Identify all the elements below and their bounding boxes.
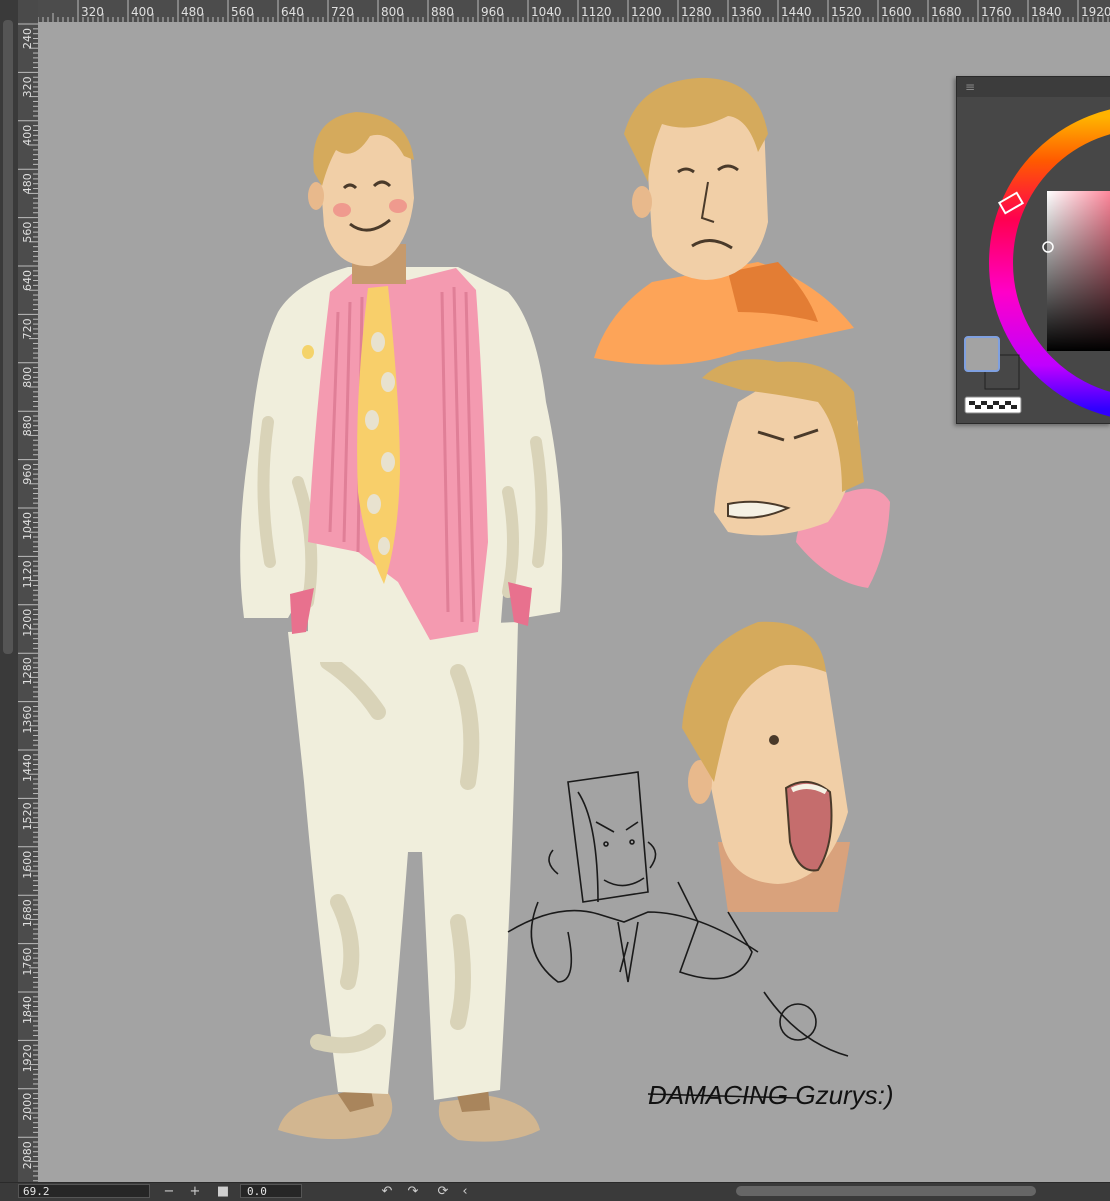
ruler-label: 1280 — [681, 5, 712, 19]
ruler-label: 320 — [21, 76, 34, 97]
ruler-label: 1200 — [631, 5, 662, 19]
ruler-label: 1280 — [21, 657, 34, 685]
color-wheel-palette[interactable]: ≡ — [956, 76, 1110, 424]
ruler-label: 1040 — [531, 5, 562, 19]
left-dock-strip — [0, 0, 18, 1200]
ruler-label: 480 — [21, 173, 34, 194]
ruler-label: 560 — [231, 5, 254, 19]
ruler-label: 1600 — [881, 5, 912, 19]
ruler-label: 1120 — [21, 560, 34, 588]
ruler-label: 1360 — [21, 706, 34, 734]
reset-rotation-icon[interactable]: ⟳ — [434, 1183, 452, 1200]
plus-icon[interactable]: + — [186, 1183, 204, 1200]
white-pants — [288, 622, 518, 1100]
ruler-label: 1920 — [1081, 5, 1110, 19]
ruler-label: 400 — [21, 125, 34, 146]
main-color-swatch[interactable] — [964, 336, 1000, 372]
drawing-canvas[interactable]: DAMACING Gzurys:) ≡ — [38, 22, 1110, 1182]
ruler-label: 1360 — [731, 5, 762, 19]
ruler-label: 800 — [381, 5, 404, 19]
ruler-label: 320 — [81, 5, 104, 19]
shouting-head-sketch — [682, 621, 850, 912]
ruler-label: 1840 — [1031, 5, 1062, 19]
vertical-ruler-ticks: 240 320 400 480 560 640 720 800 880 960 1040 1120 12… — [18, 23, 38, 1182]
artwork: DAMACING Gzurys:) — [240, 77, 894, 1142]
ruler-label: 1840 — [21, 996, 34, 1024]
rotation-angle-field[interactable]: 0.0 — [240, 1184, 302, 1198]
worried-head-sketch — [594, 77, 854, 365]
ruler-corner — [18, 0, 38, 22]
ruler-label: 1760 — [21, 948, 34, 976]
rotate-right-icon[interactable]: ↷ — [404, 1183, 422, 1200]
ruler-label: 960 — [481, 5, 504, 19]
ruler-label: 2000 — [21, 1093, 34, 1121]
ruler-label: 1440 — [21, 754, 34, 782]
color-wheel[interactable] — [957, 77, 1110, 423]
full-body-character — [240, 112, 563, 1142]
dock-scroll-handle[interactable] — [3, 20, 13, 654]
ruler-label: 960 — [21, 464, 34, 485]
ruler-label: 400 — [131, 5, 154, 19]
ruler-label: 240 — [21, 28, 34, 49]
zoom-level-field[interactable]: 69.2 — [18, 1184, 150, 1198]
rotate-left-icon[interactable]: ↶ — [378, 1183, 396, 1200]
ruler-label: 1200 — [21, 609, 34, 637]
ruler-label: 1920 — [21, 1044, 34, 1072]
ruler-label: 1040 — [21, 512, 34, 540]
left-shoe — [278, 1092, 393, 1140]
right-shoe — [438, 1096, 540, 1142]
ruler-label: 640 — [21, 270, 34, 291]
minus-icon[interactable]: − — [160, 1183, 178, 1200]
horizontal-scrollbar[interactable] — [736, 1186, 1036, 1196]
ruler-label: 560 — [21, 222, 34, 243]
ruler-label: 1520 — [21, 802, 34, 830]
navigator-statusbar: 69.2 − + ■ 0.0 ↶ ↷ ⟳ ‹ — [0, 1182, 1110, 1201]
checker-transparent-icon[interactable] — [964, 396, 1022, 414]
ruler-label: 640 — [281, 5, 304, 19]
ruler-label: 2080 — [21, 1141, 34, 1169]
horizontal-ruler: 320 400 480 560 640 720 800 880 960 1040 1120 1200 1… — [38, 0, 1110, 23]
angry-head-sketch — [702, 359, 890, 588]
ruler-label: 800 — [21, 367, 34, 388]
ruler-label: 880 — [21, 415, 34, 436]
ruler-label: 1760 — [981, 5, 1012, 19]
ruler-label: 480 — [181, 5, 204, 19]
ruler-label: 1120 — [581, 5, 612, 19]
ruler-label: 1520 — [831, 5, 862, 19]
ruler-label: 1680 — [931, 5, 962, 19]
ruler-label: 720 — [331, 5, 354, 19]
ruler-label: 880 — [431, 5, 454, 19]
ruler-label: 1440 — [781, 5, 812, 19]
chevron-left-icon[interactable]: ‹ — [456, 1183, 474, 1200]
ruler-label: 1680 — [21, 899, 34, 927]
horizontal-ruler-ticks: 320 400 480 560 640 720 800 880 960 1040 1120 1200 1… — [38, 0, 1110, 22]
ruler-label: 1600 — [21, 851, 34, 879]
vertical-ruler: 240 320 400 480 560 640 720 800 880 960 1040 1120 12… — [18, 22, 39, 1182]
ruler-label: 720 — [21, 318, 34, 339]
square-icon[interactable]: ■ — [214, 1183, 232, 1200]
